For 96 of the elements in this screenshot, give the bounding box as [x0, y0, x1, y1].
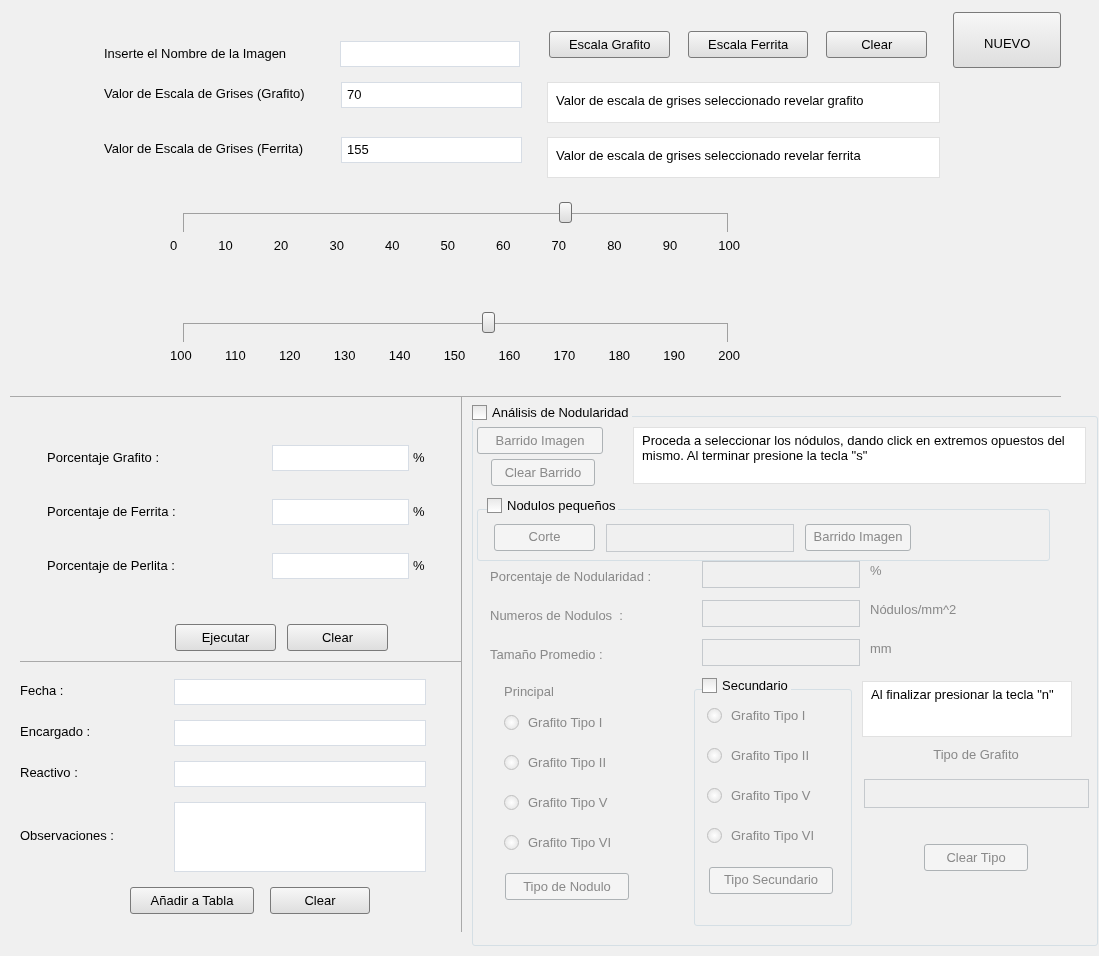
- button[interactable]: Clear: [270, 887, 370, 914]
- radio-button[interactable]: [707, 828, 722, 844]
- text-field[interactable]: [702, 560, 860, 588]
- message-box: Proceda a seleccionar los nódulos, dando click en extremos opuestos del mismo. Al terminar presione la tecla "s": [633, 426, 1086, 484]
- field-label: Porcentaje de Ferrita :: [47, 504, 177, 520]
- tick-label: 190: [663, 348, 686, 364]
- tick-label: 40: [384, 238, 400, 254]
- message-box: Valor de escala de grises seleccionado revelar ferrita: [547, 137, 940, 178]
- radio-button[interactable]: [504, 834, 519, 850]
- text-field[interactable]: [702, 599, 860, 627]
- tick-label: 80: [607, 238, 622, 254]
- radio-button[interactable]: [504, 754, 519, 770]
- button[interactable]: Escala Ferrita: [688, 31, 808, 58]
- field-label: Porcentaje Grafito :: [47, 450, 160, 466]
- button[interactable]: Escala Grafito: [548, 31, 671, 58]
- radio-label: Grafito Tipo VI: [528, 834, 612, 851]
- radio-label: Grafito Tipo V: [731, 787, 811, 804]
- text-area[interactable]: [174, 802, 426, 872]
- field-label: Fecha :: [20, 682, 65, 700]
- tick-label: 100: [170, 348, 192, 364]
- text-field[interactable]: [174, 679, 426, 705]
- field-label: Valor de Escala de Grises (Ferrita): [104, 140, 305, 157]
- text-field[interactable]: 70: [341, 82, 522, 108]
- tick-label: 150: [443, 348, 466, 364]
- tick-label: 50: [440, 238, 455, 254]
- field-label: Numeros de Nodulos :: [490, 606, 624, 624]
- radio-label: Grafito Tipo II: [731, 747, 810, 764]
- button[interactable]: Ejecutar: [175, 624, 276, 651]
- field-label: Valor de Escala de Grises (Grafito): [104, 85, 306, 102]
- text-field[interactable]: [272, 553, 409, 579]
- text-field[interactable]: [863, 779, 1089, 809]
- field-label: Reactivo :: [20, 764, 79, 782]
- tick-label: 120: [278, 348, 301, 364]
- unit-label: %: [413, 504, 425, 520]
- text-field[interactable]: [272, 499, 409, 525]
- tick-label: 60: [496, 238, 511, 254]
- radio-label: Grafito Tipo I: [528, 714, 603, 731]
- slider-thumb[interactable]: [558, 202, 572, 223]
- button[interactable]: Añadir a Tabla: [130, 887, 254, 914]
- text-field[interactable]: [174, 761, 426, 787]
- unit-label: mm: [870, 639, 892, 657]
- radio-label: Grafito Tipo V: [528, 794, 608, 811]
- button[interactable]: Clear: [287, 624, 388, 651]
- new-button[interactable]: NUEVO: [953, 12, 1061, 68]
- checkbox[interactable]: [487, 498, 502, 514]
- field-label: Porcentaje de Nodularidad :: [490, 567, 653, 585]
- radio-button[interactable]: [707, 708, 722, 724]
- section-title: Tipo de Grafito: [933, 746, 1019, 763]
- slider-track[interactable]: [183, 312, 728, 342]
- radio-label: Grafito Tipo VI: [731, 827, 815, 844]
- slider-track[interactable]: [183, 202, 728, 232]
- tick-label: 70: [551, 238, 567, 254]
- text-field[interactable]: [606, 523, 794, 552]
- tick-label: 130: [333, 348, 356, 364]
- checkbox[interactable]: [702, 678, 717, 694]
- tick-label: 160: [498, 348, 521, 364]
- field-label: Tamaño Promedio :: [490, 645, 604, 663]
- checkbox[interactable]: [472, 405, 487, 421]
- field-label: Inserte el Nombre de la Imagen: [104, 45, 288, 62]
- tick-label: 170: [553, 348, 576, 364]
- slider-thumb[interactable]: [482, 312, 496, 333]
- field-label: Encargado :: [20, 723, 92, 741]
- text-field[interactable]: [272, 445, 409, 471]
- unit-label: %: [413, 558, 425, 574]
- tick-label: 90: [662, 238, 678, 254]
- unit-label: Nódulos/mm^2: [870, 600, 957, 618]
- text-field[interactable]: [174, 720, 426, 746]
- unit-label: %: [413, 450, 425, 466]
- radio-button[interactable]: [504, 714, 519, 730]
- tick-label: 140: [388, 348, 411, 364]
- message-box: Valor de escala de grises seleccionado revelar grafito: [547, 82, 940, 123]
- message-box: Al finalizar presionar la tecla "n": [862, 680, 1072, 737]
- text-field[interactable]: [702, 638, 860, 666]
- button[interactable]: Clear: [825, 31, 928, 58]
- tick-label: 20: [273, 238, 289, 254]
- radio-label: Grafito Tipo II: [528, 754, 607, 771]
- tick-label: 200: [718, 348, 740, 364]
- text-field[interactable]: 155: [341, 137, 522, 163]
- tick-label: 0: [170, 238, 178, 254]
- radio-label: Grafito Tipo I: [731, 707, 806, 724]
- section-title: Principal: [504, 683, 555, 700]
- field-label: Observaciones :: [20, 827, 115, 845]
- radio-button[interactable]: [707, 748, 722, 764]
- radio-button[interactable]: [504, 794, 519, 810]
- tick-label: 110: [224, 348, 246, 364]
- unit-label: %: [870, 561, 882, 579]
- field-label: Porcentaje de Perlita :: [47, 558, 176, 574]
- checkbox-label: Secundario: [722, 677, 788, 694]
- radio-button[interactable]: [707, 788, 722, 804]
- text-field[interactable]: [339, 41, 520, 67]
- tick-label: 30: [329, 238, 344, 254]
- tick-label: 10: [218, 238, 233, 254]
- tick-label: 100: [718, 238, 740, 254]
- checkbox-label: Nodulos pequeños: [507, 497, 616, 514]
- tick-label: 180: [608, 348, 631, 364]
- checkbox-label: Análisis de Nodularidad: [492, 405, 629, 421]
